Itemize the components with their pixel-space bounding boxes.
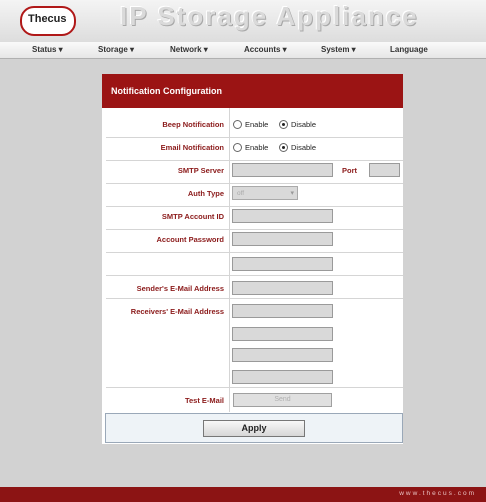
password-confirm-input[interactable] — [232, 257, 333, 271]
receiver-email-input-3[interactable] — [232, 348, 333, 362]
row-divider — [106, 298, 403, 299]
smtp-account-id-input[interactable] — [232, 209, 333, 223]
auth-type-value: off — [237, 190, 245, 197]
email-enable-radio[interactable] — [233, 143, 242, 152]
beep-enable-label: Enable — [245, 120, 269, 129]
row-divider — [106, 252, 403, 253]
chevron-down-icon: ▾ — [290, 190, 294, 197]
menu-network[interactable]: Network ▾ — [170, 45, 208, 54]
row-divider — [106, 229, 403, 230]
app-header: Thecus IP Storage Appliance — [0, 0, 486, 44]
footer-url[interactable]: www.thecus.com — [399, 490, 476, 497]
email-notification-label: Email Notification — [160, 143, 224, 152]
apply-bar: Apply — [105, 413, 403, 443]
row-divider — [106, 387, 403, 388]
apply-button[interactable]: Apply — [203, 420, 305, 437]
menu-language[interactable]: Language — [390, 45, 428, 54]
smtp-server-label: SMTP Server — [177, 166, 224, 175]
receiver-email-input-2[interactable] — [232, 327, 333, 341]
auth-type-label: Auth Type — [187, 189, 224, 198]
receivers-email-label: Receivers' E-Mail Address — [130, 307, 224, 316]
account-password-input[interactable] — [232, 232, 333, 246]
footer-bar: www.thecus.com — [0, 487, 486, 502]
receiver-email-input-4[interactable] — [232, 370, 333, 384]
send-test-button[interactable]: Send — [233, 393, 332, 407]
sender-email-label: Sender's E-Mail Address — [136, 284, 224, 293]
row-divider — [106, 183, 403, 184]
beep-disable-radio[interactable] — [279, 120, 288, 129]
row-divider — [106, 137, 403, 138]
test-email-label: Test E-Mail — [184, 396, 224, 405]
beep-disable-label: Disable — [291, 120, 317, 129]
column-divider — [229, 108, 230, 412]
brand-title: IP Storage Appliance — [120, 1, 419, 31]
smtp-server-input[interactable] — [232, 163, 333, 177]
email-disable-radio[interactable] — [279, 143, 288, 152]
panel-title: Notification Configuration — [111, 86, 222, 96]
row-divider — [106, 206, 403, 207]
row-divider — [106, 275, 403, 276]
beep-enable-radio[interactable] — [233, 120, 242, 129]
email-disable-label: Disable — [291, 143, 317, 152]
menu-status[interactable]: Status ▾ — [32, 45, 63, 54]
menu-storage[interactable]: Storage ▾ — [98, 45, 134, 54]
main-menu-bar: Status ▾ Storage ▾ Network ▾ Accounts ▾ … — [0, 42, 486, 59]
account-password-label: Account Password — [156, 235, 224, 244]
receiver-email-input-1[interactable] — [232, 304, 333, 318]
auth-type-select[interactable]: off ▾ — [232, 186, 298, 200]
port-label: Port — [342, 166, 357, 175]
sender-email-input[interactable] — [232, 281, 333, 295]
panel-title-bar: Notification Configuration — [102, 74, 403, 108]
thecus-logo: Thecus — [20, 6, 76, 36]
row-divider — [106, 160, 403, 161]
smtp-account-id-label: SMTP Account ID — [161, 212, 224, 221]
menu-system[interactable]: System ▾ — [321, 45, 356, 54]
beep-notification-label: Beep Notification — [162, 120, 224, 129]
logo-text: Thecus — [28, 13, 67, 25]
email-enable-label: Enable — [245, 143, 269, 152]
port-input[interactable] — [369, 163, 400, 177]
menu-accounts[interactable]: Accounts ▾ — [244, 45, 287, 54]
